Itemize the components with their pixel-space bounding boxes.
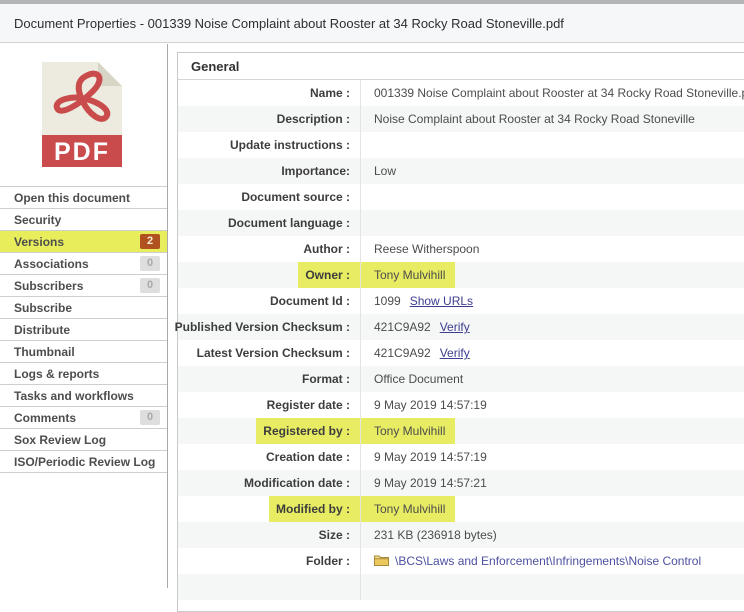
property-row: Registered by : Tony Mulvihill bbox=[178, 418, 744, 444]
general-table: Name : 001339 Noise Complaint about Roos… bbox=[178, 80, 744, 574]
property-value[interactable]: \BCS\Laws and Enforcement\Infringements\… bbox=[395, 554, 701, 568]
sidebar-item-subscribers[interactable]: Subscribers 0 bbox=[0, 275, 167, 297]
sidebar-item-versions[interactable]: Versions 2 bbox=[0, 231, 167, 253]
sidebar-item-label: Open this document bbox=[14, 191, 130, 205]
verify-link[interactable]: Verify bbox=[440, 346, 470, 360]
sidebar-menu: Open this document Security Versions 2 A… bbox=[0, 186, 167, 473]
sidebar-item-label: Associations bbox=[14, 257, 89, 271]
sidebar-item-label: Security bbox=[14, 213, 61, 227]
window-title: Document Properties - 001339 Noise Compl… bbox=[14, 16, 564, 31]
property-label: Name : bbox=[310, 86, 350, 100]
property-row: Size : 231 KB (236918 bytes) bbox=[178, 522, 744, 548]
sidebar-item-label: Subscribe bbox=[14, 301, 72, 315]
property-row: Format : Office Document bbox=[178, 366, 744, 392]
sidebar-item-label: Logs & reports bbox=[14, 367, 99, 381]
sidebar-item-thumbnail[interactable]: Thumbnail bbox=[0, 341, 167, 363]
folder-icon bbox=[374, 554, 389, 569]
sidebar-item-tasks-and-workflows[interactable]: Tasks and workflows bbox=[0, 385, 167, 407]
property-value: 001339 Noise Complaint about Rooster at … bbox=[374, 86, 744, 100]
sidebar-item-subscribe[interactable]: Subscribe bbox=[0, 297, 167, 319]
property-label: Latest Version Checksum : bbox=[197, 346, 350, 360]
property-value: 421C9A92 bbox=[374, 320, 431, 334]
count-badge: 0 bbox=[140, 278, 160, 293]
property-label: Importance: bbox=[281, 164, 350, 178]
sidebar-item-label: Distribute bbox=[14, 323, 70, 337]
property-value: Noise Complaint about Rooster at 34 Rock… bbox=[374, 112, 695, 126]
property-row: Owner : Tony Mulvihill bbox=[178, 262, 744, 288]
property-label: Document source : bbox=[241, 190, 350, 204]
property-label: Registered by : bbox=[256, 418, 360, 444]
property-label: Modification date : bbox=[244, 476, 350, 490]
property-row: Document language : bbox=[178, 210, 744, 236]
count-badge: 0 bbox=[140, 410, 160, 425]
pdf-label: PDF bbox=[54, 138, 110, 166]
property-value: Low bbox=[374, 164, 396, 178]
sidebar-item-distribute[interactable]: Distribute bbox=[0, 319, 167, 341]
sidebar-item-label: Versions bbox=[14, 235, 64, 249]
property-value: Tony Mulvihill bbox=[361, 496, 455, 522]
property-value: 9 May 2019 14:57:21 bbox=[374, 476, 487, 490]
verify-link[interactable]: Verify bbox=[440, 320, 470, 334]
count-badge: 0 bbox=[140, 256, 160, 271]
property-label: Description : bbox=[277, 112, 350, 126]
property-row: Register date : 9 May 2019 14:57:19 bbox=[178, 392, 744, 418]
general-section-header: General bbox=[178, 53, 744, 80]
property-value: Tony Mulvihill bbox=[361, 418, 455, 444]
property-label: Folder : bbox=[306, 554, 350, 568]
property-label: Format : bbox=[302, 372, 350, 386]
property-label: Document Id : bbox=[270, 294, 350, 308]
property-row: Document source : bbox=[178, 184, 744, 210]
sidebar-item-label: Thumbnail bbox=[14, 345, 75, 359]
sidebar-item-associations[interactable]: Associations 0 bbox=[0, 253, 167, 275]
property-row: Modification date : 9 May 2019 14:57:21 bbox=[178, 470, 744, 496]
property-row: Update instructions : bbox=[178, 132, 744, 158]
property-row: Creation date : 9 May 2019 14:57:19 bbox=[178, 444, 744, 470]
property-label: Owner : bbox=[298, 262, 360, 288]
sidebar-item-label: Tasks and workflows bbox=[14, 389, 134, 403]
property-value: 231 KB (236918 bytes) bbox=[374, 528, 497, 542]
property-value: Tony Mulvihill bbox=[361, 262, 455, 288]
table-tail-strip bbox=[178, 574, 744, 600]
property-label: Creation date : bbox=[266, 450, 350, 464]
property-label: Register date : bbox=[267, 398, 350, 412]
property-value: 1099 bbox=[374, 294, 401, 308]
property-row: Published Version Checksum : 421C9A92 Ve… bbox=[178, 314, 744, 340]
pdf-file-icon: PDF bbox=[42, 62, 122, 167]
sidebar-item-security[interactable]: Security bbox=[0, 209, 167, 231]
property-row: Name : 001339 Noise Complaint about Roos… bbox=[178, 80, 744, 106]
property-value: Office Document bbox=[374, 372, 463, 386]
property-label: Modified by : bbox=[269, 496, 360, 522]
property-row: Latest Version Checksum : 421C9A92 Verif… bbox=[178, 340, 744, 366]
sidebar-item-sox-review-log[interactable]: Sox Review Log bbox=[0, 429, 167, 451]
property-value: 9 May 2019 14:57:19 bbox=[374, 398, 487, 412]
property-row: Document Id : 1099 Show URLs bbox=[178, 288, 744, 314]
property-row: Author : Reese Witherspoon bbox=[178, 236, 744, 262]
sidebar-item-label: Comments bbox=[14, 411, 76, 425]
sidebar-item-label: Subscribers bbox=[14, 279, 83, 293]
sidebar-item-logs-reports[interactable]: Logs & reports bbox=[0, 363, 167, 385]
show-urls-link[interactable]: Show URLs bbox=[410, 294, 473, 308]
property-label: Update instructions : bbox=[230, 138, 350, 152]
property-value: Reese Witherspoon bbox=[374, 242, 479, 256]
count-badge: 2 bbox=[140, 234, 160, 249]
sidebar: PDF Open this document Security Versions… bbox=[0, 44, 168, 588]
property-label: Published Version Checksum : bbox=[175, 320, 350, 334]
sidebar-item-open-this-document[interactable]: Open this document bbox=[0, 187, 167, 209]
sidebar-item-label: ISO/Periodic Review Log bbox=[14, 455, 155, 469]
property-label: Document language : bbox=[228, 216, 350, 230]
property-label: Author : bbox=[303, 242, 350, 256]
property-label: Size : bbox=[319, 528, 350, 542]
property-value: 421C9A92 bbox=[374, 346, 431, 360]
property-value: 9 May 2019 14:57:19 bbox=[374, 450, 487, 464]
window-title-bar: Document Properties - 001339 Noise Compl… bbox=[0, 4, 744, 43]
sidebar-item-label: Sox Review Log bbox=[14, 433, 106, 447]
property-row: Description : Noise Complaint about Roos… bbox=[178, 106, 744, 132]
property-row: Importance: Low bbox=[178, 158, 744, 184]
general-panel: General Name : 001339 Noise Complaint ab… bbox=[177, 52, 744, 612]
property-row: Folder : \BCS\Laws and Enforcement\Infri… bbox=[178, 548, 744, 574]
property-row: Modified by : Tony Mulvihill bbox=[178, 496, 744, 522]
sidebar-item-iso-periodic-review-log[interactable]: ISO/Periodic Review Log bbox=[0, 451, 167, 473]
sidebar-item-comments[interactable]: Comments 0 bbox=[0, 407, 167, 429]
